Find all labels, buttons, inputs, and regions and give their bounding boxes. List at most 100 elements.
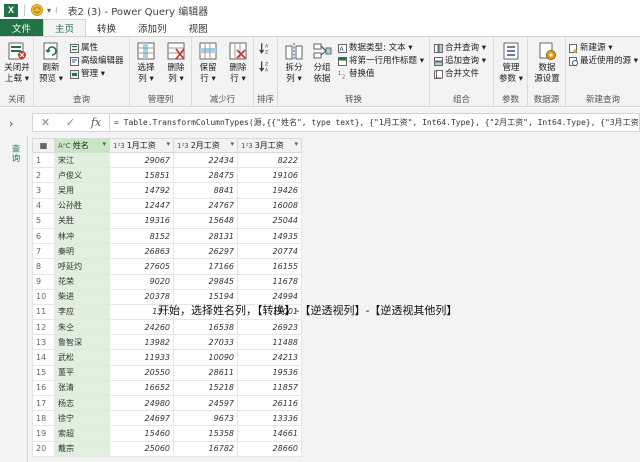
cell-mar-salary[interactable]: 14661 [237, 425, 302, 442]
cell-jan-salary[interactable]: 16652 [109, 379, 174, 397]
cell-feb-salary[interactable]: 15218 [173, 379, 238, 397]
row-number[interactable]: 19 [32, 425, 55, 442]
cell-mar-salary[interactable]: 25044 [237, 212, 302, 229]
cell-feb-salary[interactable]: 16782 [173, 440, 238, 457]
tab-view[interactable]: 视图 [178, 19, 219, 36]
data-type-dropdown[interactable]: A 数据类型: 文本 ▾ [338, 42, 413, 54]
cell-name[interactable]: 柴进 [54, 288, 110, 305]
cell-name[interactable]: 关胜 [54, 212, 110, 229]
cell-name[interactable]: 徐宁 [54, 410, 110, 427]
combine-files-button[interactable]: 合并文件 [434, 68, 479, 80]
cell-feb-salary[interactable]: 28475 [173, 167, 238, 184]
integer-type-icon[interactable]: 1²3 [177, 142, 189, 150]
column-filter-chevron-icon[interactable]: ▾ [294, 140, 298, 148]
choose-columns-button[interactable]: 选择 列 ▾ [130, 40, 162, 85]
quick-access-customize-icon[interactable]: ⁝ [55, 6, 58, 15]
cell-name[interactable]: 武松 [54, 349, 110, 366]
cell-mar-salary[interactable]: 19536 [237, 364, 302, 381]
manage-button[interactable]: 管理 ▾ [70, 68, 105, 80]
cell-mar-salary[interactable]: 26116 [237, 394, 302, 412]
cell-feb-salary[interactable]: 8841 [173, 182, 238, 199]
cell-name[interactable]: 索超 [54, 425, 110, 442]
cell-jan-salary[interactable]: 27605 [109, 258, 174, 275]
advanced-editor-button[interactable]: 高级编辑器 [70, 55, 124, 67]
cell-mar-salary[interactable]: 11488 [237, 334, 302, 351]
new-source-button[interactable]: 新建源 ▾ [569, 42, 612, 54]
column-header-feb-salary[interactable]: 1²3 2月工资 ▾ [173, 138, 238, 153]
cell-name[interactable]: 林冲 [54, 227, 110, 245]
cell-mar-salary[interactable]: 20774 [237, 243, 302, 260]
column-filter-chevron-icon[interactable]: ▾ [230, 140, 234, 148]
cell-name[interactable]: 卢俊义 [54, 167, 110, 184]
cell-name[interactable]: 戴宗 [54, 440, 110, 457]
formula-bar-input[interactable]: = Table.TransformColumnTypes(源,{{"姓名", t… [110, 113, 640, 132]
cell-mar-salary[interactable]: 16155 [237, 258, 302, 275]
cell-mar-salary[interactable]: 13336 [237, 410, 302, 427]
cell-name[interactable]: 杨志 [54, 394, 110, 412]
row-number[interactable]: 18 [32, 410, 55, 427]
cell-jan-salary[interactable]: 24697 [109, 410, 174, 427]
cell-feb-salary[interactable]: 28611 [173, 364, 238, 381]
row-number[interactable]: 1 [32, 151, 55, 169]
confirm-formula-icon[interactable]: ✓ [66, 116, 75, 129]
cell-name[interactable]: 朱仝 [54, 319, 110, 336]
cell-jan-salary[interactable]: 13982 [109, 334, 174, 351]
cell-name[interactable]: 呼延灼 [54, 258, 110, 275]
column-filter-chevron-icon[interactable]: ▾ [166, 140, 170, 148]
quick-access-dropdown[interactable]: ▾ [47, 6, 51, 15]
queries-pane-collapsed[interactable]: 查询 [0, 136, 28, 462]
manage-parameters-button[interactable]: 管理 参数 ▾ [495, 40, 527, 85]
cell-jan-salary[interactable]: 24260 [109, 319, 174, 336]
cell-mar-salary[interactable]: 28660 [237, 440, 302, 457]
cell-feb-salary[interactable]: 24597 [173, 394, 238, 412]
cell-jan-salary[interactable]: 19316 [109, 212, 174, 229]
cell-feb-salary[interactable]: 26297 [173, 243, 238, 260]
cell-mar-salary[interactable]: 24213 [237, 349, 302, 366]
cell-mar-salary[interactable]: 8222 [237, 151, 302, 169]
use-first-row-as-headers-button[interactable]: 将第一行用作标题 ▾ [338, 55, 424, 67]
cell-name[interactable]: 花荣 [54, 273, 110, 290]
tab-add-column[interactable]: 添加列 [127, 19, 178, 36]
cell-mar-salary[interactable]: 26923 [237, 319, 302, 336]
cell-jan-salary[interactable]: 25060 [109, 440, 174, 457]
cell-name[interactable]: 秦明 [54, 243, 110, 260]
row-number[interactable]: 9 [32, 273, 55, 290]
cell-mar-salary[interactable]: 19106 [237, 167, 302, 184]
cell-mar-salary[interactable]: 16008 [237, 197, 302, 214]
cell-feb-salary[interactable]: 29845 [173, 273, 238, 290]
row-number[interactable]: 4 [32, 197, 55, 214]
expand-queries-chevron-icon[interactable]: › [9, 117, 13, 130]
tab-home[interactable]: 主页 [43, 19, 87, 36]
group-by-button[interactable]: 分组 依据 [306, 40, 338, 85]
row-number[interactable]: 13 [32, 334, 55, 351]
cell-name[interactable]: 董平 [54, 364, 110, 381]
row-number[interactable]: 15 [32, 364, 55, 381]
cell-jan-salary[interactable]: 26863 [109, 243, 174, 260]
sort-ascending-button[interactable]: AZ [259, 42, 273, 54]
column-header-name[interactable]: AᴬC 姓名 ▾ [54, 138, 110, 153]
integer-type-icon[interactable]: 1²3 [113, 142, 125, 150]
row-number[interactable]: 7 [32, 243, 55, 260]
cell-feb-salary[interactable]: 22434 [173, 151, 238, 169]
row-number[interactable]: 3 [32, 182, 55, 199]
cell-name[interactable]: 公孙胜 [54, 197, 110, 214]
row-number[interactable]: 2 [32, 167, 55, 184]
keep-rows-button[interactable]: 保留 行 ▾ [192, 40, 224, 85]
row-number[interactable]: 6 [32, 227, 55, 245]
cell-mar-salary[interactable]: 14935 [237, 227, 302, 245]
cell-jan-salary[interactable]: 15460 [109, 425, 174, 442]
cell-feb-salary[interactable]: 27033 [173, 334, 238, 351]
remove-columns-button[interactable]: 删除 列 ▾ [160, 40, 192, 85]
row-number[interactable]: 10 [32, 288, 55, 305]
cell-feb-salary[interactable]: 24767 [173, 197, 238, 214]
smiley-feedback-icon[interactable]: ☺ [31, 4, 43, 16]
cancel-formula-icon[interactable]: ✕ [41, 116, 50, 129]
merge-queries-button[interactable]: 合并查询 ▾ [434, 42, 486, 54]
column-filter-chevron-icon[interactable]: ▾ [102, 140, 106, 148]
append-queries-button[interactable]: 追加查询 ▾ [434, 55, 486, 67]
cell-feb-salary[interactable]: 28131 [173, 227, 238, 245]
cell-jan-salary[interactable]: 11933 [109, 349, 174, 366]
properties-button[interactable]: 属性 [70, 42, 98, 54]
integer-type-icon[interactable]: 1²3 [241, 142, 253, 150]
cell-mar-salary[interactable]: 19426 [237, 182, 302, 199]
